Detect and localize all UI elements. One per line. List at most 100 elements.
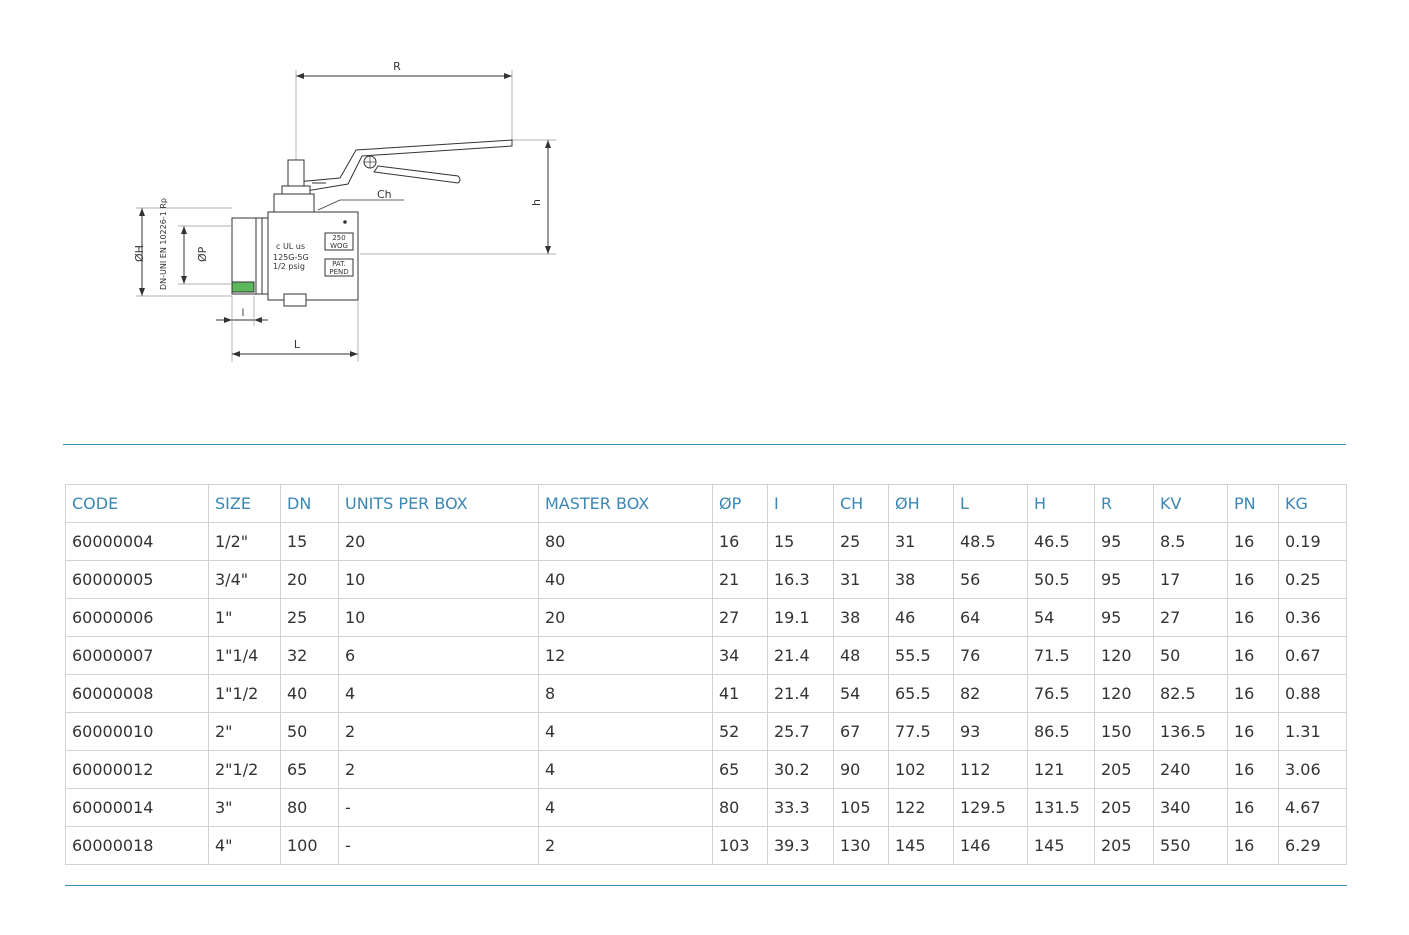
col-header-l: L [953,484,1028,523]
cell-units-per-box: - [338,788,539,827]
cell-size: 1"1/4 [208,636,281,675]
col-header-r: R [1094,484,1154,523]
cell-ch: 38 [833,598,889,637]
cell-i: 21.4 [767,636,834,675]
cell-r: 120 [1094,674,1154,713]
cell-units-per-box: 2 [338,750,539,789]
cell-ch: 54 [833,674,889,713]
cell-ch: 31 [833,560,889,599]
cell-h: 54 [1027,598,1095,637]
cell-units-per-box: - [338,826,539,865]
cell-code: 60000007 [65,636,209,675]
cell-master-box: 4 [538,750,713,789]
col-header-dn: DN [280,484,339,523]
cell-units-per-box: 4 [338,674,539,713]
table-row: 60000007 1"1/4 32 6 12 34 21.4 48 55.5 76 71.5 120 5… [65,636,1347,675]
dim-h-label: h [530,199,543,206]
cell-oh: 102 [888,750,954,789]
cell-oh: 65.5 [888,674,954,713]
cell-dn: 25 [280,598,339,637]
cell-oh: 38 [888,560,954,599]
cell-dn: 100 [280,826,339,865]
badge-wog-top: 250 [332,234,345,242]
cell-i: 21.4 [767,674,834,713]
table-row: 60000008 1"1/2 40 4 8 41 21.4 54 65.5 82 76.5 120 82… [65,674,1347,713]
dim-r-label: R [393,60,401,73]
cell-l: 48.5 [953,522,1028,561]
cell-kv: 27 [1153,598,1228,637]
cell-kv: 82.5 [1153,674,1228,713]
table-row: 60000014 3" 80-4 80 33.3 105 122 129.5 131.5 205 3… [65,788,1347,827]
cell-ch: 130 [833,826,889,865]
cell-h: 76.5 [1027,674,1095,713]
cell-i: 25.7 [767,712,834,751]
cell-units-per-box: 2 [338,712,539,751]
dim-oh-label: ØH [133,245,146,262]
cell-ch: 90 [833,750,889,789]
cell-pn: 16 [1227,522,1279,561]
valve-technical-drawing: R h Ch c UL us 125G-5G 1/2 psig 250 WOG … [133,60,556,362]
cell-pn: 16 [1227,560,1279,599]
cell-r: 150 [1094,712,1154,751]
cell-op: 52 [712,712,768,751]
cell-master-box: 4 [538,712,713,751]
cell-dn: 65 [280,750,339,789]
cell-master-box: 80 [538,522,713,561]
cell-kg: 3.06 [1278,750,1347,789]
cell-r: 120 [1094,636,1154,675]
cell-dn: 80 [280,788,339,827]
badge-pat-bottom: PEND [329,268,348,276]
table-row: 60000005 3/4" 20 10 40 21 16.3 31 38 56 50.5 95 17 16… [65,560,1347,599]
dim-l-small-label: l [242,308,245,319]
cell-pn: 16 [1227,788,1279,827]
cell-op: 65 [712,750,768,789]
table-row: 60000006 1" 25 10 20 27 19.1 38 46 64 54 95 27 16 0.36 [65,598,1347,637]
col-header-master-box: MASTER BOX [538,484,713,523]
cell-oh: 122 [888,788,954,827]
cell-kg: 1.31 [1278,712,1347,751]
cell-units-per-box: 6 [338,636,539,675]
table-row: 60000010 2" 50 2 4 52 25.7 67 77.5 93 86.5 150 136.5… [65,712,1347,751]
cell-kg: 0.88 [1278,674,1347,713]
cell-oh: 31 [888,522,954,561]
cell-master-box: 40 [538,560,713,599]
cell-l: 93 [953,712,1028,751]
cell-h: 71.5 [1027,636,1095,675]
cell-r: 205 [1094,750,1154,789]
cell-l: 82 [953,674,1028,713]
cell-pn: 16 [1227,750,1279,789]
col-header-code: CODE [65,484,209,523]
cell-oh: 145 [888,826,954,865]
cell-i: 16.3 [767,560,834,599]
cell-kv: 240 [1153,750,1228,789]
cell-units-per-box: 10 [338,598,539,637]
cell-h: 86.5 [1027,712,1095,751]
cell-master-box: 2 [538,826,713,865]
col-header-units-per-box: UNITS PER BOX [338,484,539,523]
col-header-kg: KG [1278,484,1347,523]
cell-kg: 6.29 [1278,826,1347,865]
cell-dn: 40 [280,674,339,713]
cell-dn: 15 [280,522,339,561]
cell-kg: 4.67 [1278,788,1347,827]
table-body: 60000004 1/2" 15 20 80 16 15 25 31 48.5 46.5 95 8.5 1… [65,522,1347,865]
cell-pn: 16 [1227,826,1279,865]
cell-dn: 20 [280,560,339,599]
cell-op: 27 [712,598,768,637]
table-row: 60000018 4" 100-2 103 39.3 130 145 146 145 205 550… [65,826,1347,865]
cell-oh: 46 [888,598,954,637]
cell-code: 60000004 [65,522,209,561]
cell-i: 33.3 [767,788,834,827]
cell-code: 60000005 [65,560,209,599]
col-header-ch: CH [833,484,889,523]
cell-pn: 16 [1227,712,1279,751]
cell-i: 19.1 [767,598,834,637]
cell-kg: 0.19 [1278,522,1347,561]
cell-size: 3/4" [208,560,281,599]
body-text-2: 1/2 psig [273,262,305,271]
cell-pn: 16 [1227,598,1279,637]
cell-oh: 77.5 [888,712,954,751]
cell-code: 60000012 [65,750,209,789]
cell-op: 103 [712,826,768,865]
cell-kv: 50 [1153,636,1228,675]
